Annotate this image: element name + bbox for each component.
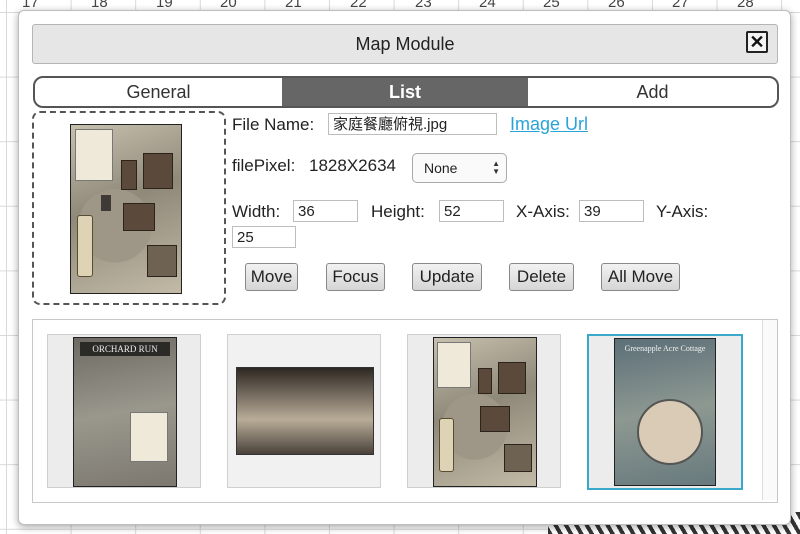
layer-select-value: None [424, 160, 458, 176]
file-name-label: File Name: [232, 115, 315, 134]
update-button[interactable]: Update [412, 263, 482, 291]
image-url-link[interactable]: Image Url [510, 114, 588, 135]
file-name-field[interactable]: 家庭餐廳俯視.jpg [328, 113, 497, 135]
ruler-label: 17 [22, 0, 39, 10]
layer-select[interactable]: None ▲ ▼ [412, 153, 507, 183]
y-axis-field[interactable]: 25 [232, 226, 296, 248]
tab-bar: General List Add [33, 76, 779, 108]
ruler-label: 21 [285, 0, 302, 10]
tab-add[interactable]: Add [528, 78, 777, 106]
family-restaurant-thumbnail [433, 337, 537, 487]
gallery-scrollbar[interactable] [762, 320, 777, 500]
select-arrows-icon: ▲ ▼ [492, 159, 500, 176]
greenapple-cottage-thumbnail: Greenapple Acre Cottage [614, 338, 716, 486]
x-axis-label: X-Axis: [516, 202, 570, 221]
sepia-ruins-thumbnail [236, 367, 374, 455]
orchard-run-thumbnail: ORCHARD RUN [73, 337, 177, 487]
ruler-label: 26 [608, 0, 625, 10]
all-move-button[interactable]: All Move [601, 263, 680, 291]
height-label: Height: [371, 202, 425, 221]
close-icon: ✕ [749, 32, 765, 52]
y-axis-label: Y-Axis: [656, 202, 709, 221]
width-field[interactable]: 36 [293, 200, 358, 222]
title-bar[interactable]: Map Module ✕ [32, 24, 778, 64]
map-module-dialog: Map Module ✕ General List Add File Name:… [18, 10, 791, 525]
ruler-label: 24 [479, 0, 496, 10]
file-pixel-label: filePixel: [232, 156, 296, 175]
gallery-item-family-restaurant[interactable] [407, 334, 561, 488]
ruler-label: 28 [737, 0, 754, 10]
close-button[interactable]: ✕ [746, 31, 768, 53]
orchard-run-title: ORCHARD RUN [80, 342, 170, 356]
tab-general[interactable]: General [35, 78, 282, 106]
ruler-label: 27 [672, 0, 689, 10]
map-gallery: ORCHARD RUN Greenapple Acre Cottage [32, 319, 778, 503]
ruler-label: 23 [415, 0, 432, 10]
greenapple-cottage-title: Greenapple Acre Cottage [624, 344, 706, 353]
dialog-title: Map Module [355, 34, 455, 54]
move-button[interactable]: Move [245, 263, 298, 291]
delete-button[interactable]: Delete [509, 263, 574, 291]
gallery-item-sepia-ruins[interactable] [227, 334, 381, 488]
grid-ruler: 17 18 19 20 21 22 23 24 25 26 27 28 [0, 0, 800, 10]
ruler-label: 20 [220, 0, 237, 10]
ruler-label: 25 [543, 0, 560, 10]
preview-map-image [70, 124, 182, 294]
tab-list[interactable]: List [282, 78, 528, 106]
selected-map-preview[interactable] [32, 111, 226, 305]
width-label: Width: [232, 202, 281, 221]
ruler-label: 18 [91, 0, 108, 10]
focus-button[interactable]: Focus [326, 263, 385, 291]
gallery-item-orchard-run[interactable]: ORCHARD RUN [47, 334, 201, 488]
ruler-label: 22 [350, 0, 367, 10]
height-field[interactable]: 52 [439, 200, 504, 222]
ruler-label: 19 [156, 0, 173, 10]
x-axis-field[interactable]: 39 [579, 200, 644, 222]
gallery-item-greenapple-cottage[interactable]: Greenapple Acre Cottage [587, 334, 743, 490]
file-pixel-value: 1828X2634 [309, 156, 396, 175]
